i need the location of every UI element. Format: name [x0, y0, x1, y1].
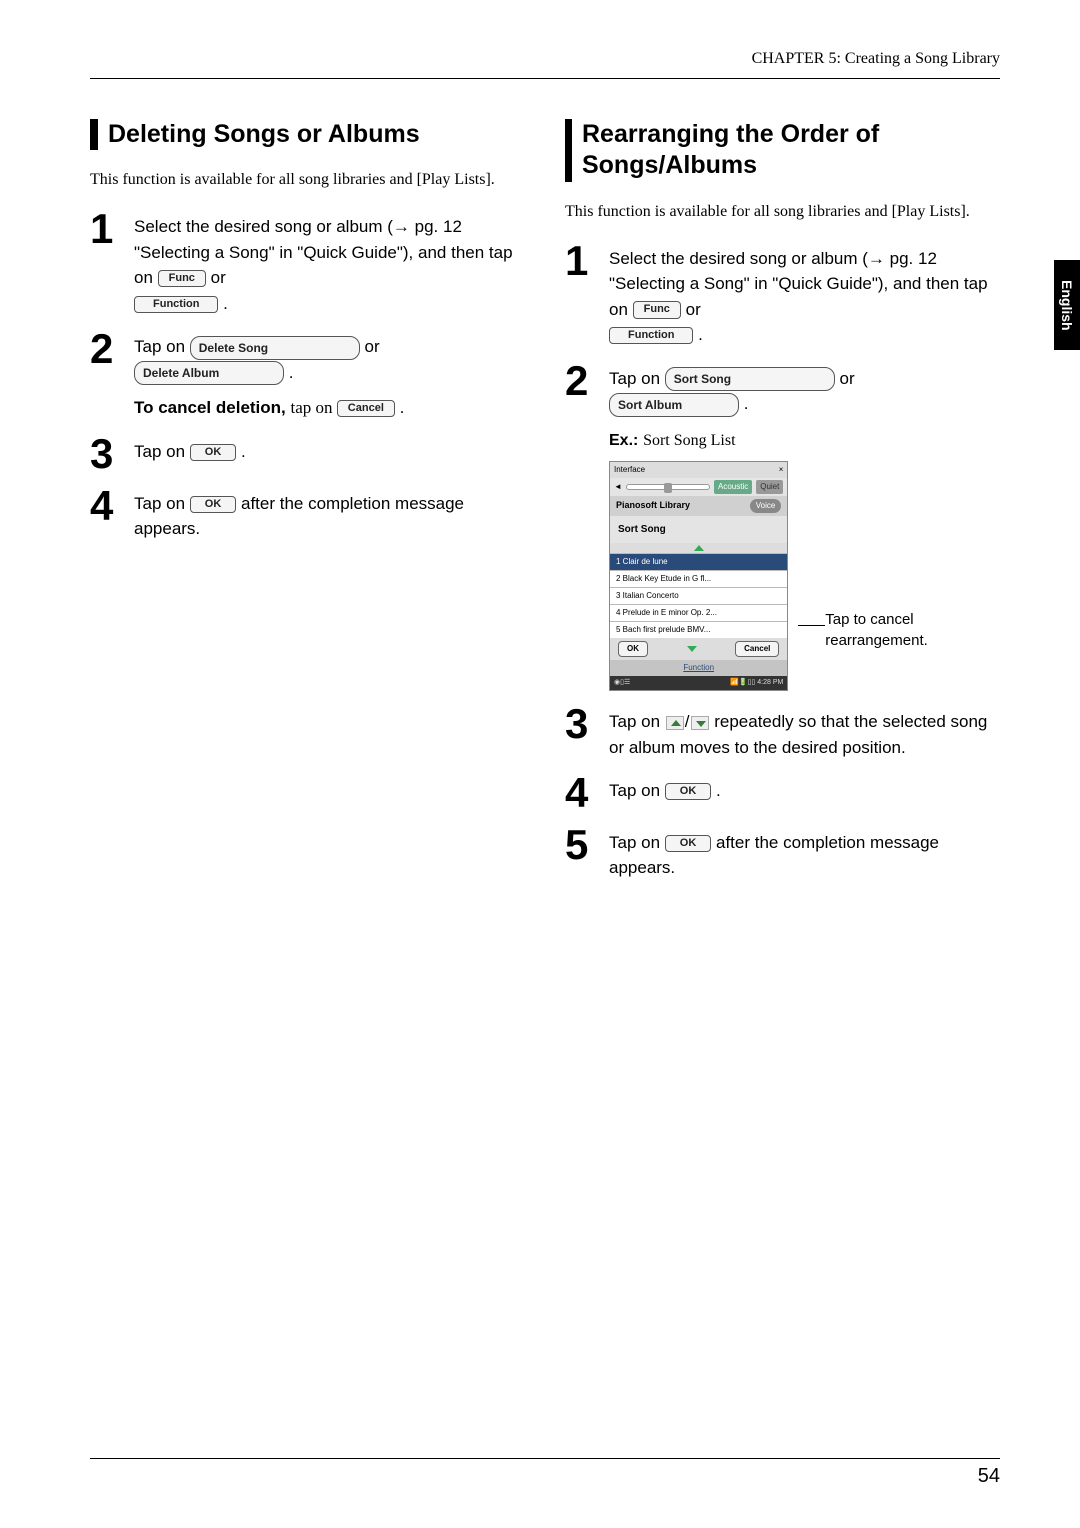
chapter-header: CHAPTER 5: Creating a Song Library: [90, 50, 1000, 79]
step-number: 4: [565, 774, 597, 812]
example-screenshot: Interface × ◄ Acoustic Quiet Pianosoft L…: [609, 461, 788, 692]
callout-text: Tap to cancel rearrangement.: [825, 609, 1000, 691]
content-columns: Deleting Songs or Albums This function i…: [90, 119, 1000, 895]
step-number: 5: [565, 826, 597, 881]
function-button-icon: Function: [134, 296, 218, 313]
step-body: Tap on OK .: [609, 774, 721, 812]
step-3: 3 Tap on OK .: [90, 435, 525, 473]
intro-text: This function is available for all song …: [565, 200, 1000, 224]
right-column: Rearranging the Order of Songs/Albums Th…: [565, 119, 1000, 895]
delete-album-button-icon: Delete Album: [134, 361, 284, 385]
step-body: Tap on OK after the completion message a…: [134, 487, 525, 542]
title-accent-bar: [90, 119, 98, 150]
ok-button-icon: OK: [665, 783, 712, 800]
document-page: CHAPTER 5: Creating a Song Library Delet…: [0, 0, 1080, 955]
step-1: 1 Select the desired song or album (→ pg…: [565, 242, 1000, 348]
step-body: Tap on OK after the completion message a…: [609, 826, 1000, 881]
delete-song-button-icon: Delete Song: [190, 336, 360, 360]
step-body: Tap on OK .: [134, 435, 246, 473]
left-column: Deleting Songs or Albums This function i…: [90, 119, 525, 895]
step-number: 2: [565, 362, 597, 692]
language-side-tab: English: [1054, 260, 1080, 350]
func-button-icon: Func: [633, 301, 681, 318]
up-arrow-icon: [666, 716, 684, 730]
step-body: Tap on / repeatedly so that the selected…: [609, 705, 1000, 760]
sysbar-icons: ◉▯☰: [614, 678, 630, 689]
cancel-button-icon: Cancel: [337, 400, 395, 417]
ok-button-icon: OK: [190, 444, 237, 461]
step-5: 5 Tap on OK after the completion message…: [565, 826, 1000, 881]
section-title: Deleting Songs or Albums: [108, 119, 420, 150]
sort-album-button-icon: Sort Album: [609, 393, 739, 417]
title-accent-bar: [565, 119, 572, 182]
step-number: 1: [565, 242, 597, 348]
step-2: 2 Tap on Delete Song or Delete Album . T…: [90, 330, 525, 421]
section-title: Rearranging the Order of Songs/Albums: [582, 119, 1000, 182]
section-title-wrap: Deleting Songs or Albums: [90, 119, 525, 150]
section-title-wrap: Rearranging the Order of Songs/Albums: [565, 119, 1000, 182]
step-4: 4 Tap on OK .: [565, 774, 1000, 812]
step-number: 3: [90, 435, 122, 473]
callout-line: [798, 625, 825, 626]
step-3: 3 Tap on / repeatedly so that the select…: [565, 705, 1000, 760]
screenshot-cancel-button: Cancel: [735, 641, 779, 657]
step-number: 3: [565, 705, 597, 760]
step-body: Select the desired song or album (→ pg. …: [134, 210, 525, 316]
step-body: Tap on Delete Song or Delete Album . To …: [134, 330, 404, 421]
example-screenshot-wrap: Interface × ◄ Acoustic Quiet Pianosoft L…: [609, 461, 1000, 692]
step-number: 2: [90, 330, 122, 421]
down-arrow-icon: [691, 716, 709, 730]
ok-button-icon: OK: [665, 835, 712, 852]
step-number: 1: [90, 210, 122, 316]
example-text: Sort Song List: [643, 432, 735, 449]
function-button-icon: Function: [609, 327, 693, 344]
func-button-icon: Func: [158, 270, 206, 287]
sysbar-right: 📶🔋▯▯ 4:28 PM: [730, 678, 783, 689]
step-number: 4: [90, 487, 122, 542]
step-4: 4 Tap on OK after the completion message…: [90, 487, 525, 542]
page-number: 54: [90, 1458, 1000, 1488]
step-2: 2 Tap on Sort Song or Sort Album . Ex.: …: [565, 362, 1000, 692]
sort-song-button-icon: Sort Song: [665, 367, 835, 391]
example-label: Ex.:: [609, 432, 638, 449]
intro-text: This function is available for all song …: [90, 168, 525, 192]
step-body: Select the desired song or album (→ pg. …: [609, 242, 1000, 348]
ok-button-icon: OK: [190, 496, 237, 513]
step-body: Tap on Sort Song or Sort Album . Ex.: So…: [609, 362, 1000, 692]
step-1: 1 Select the desired song or album (→ pg…: [90, 210, 525, 316]
